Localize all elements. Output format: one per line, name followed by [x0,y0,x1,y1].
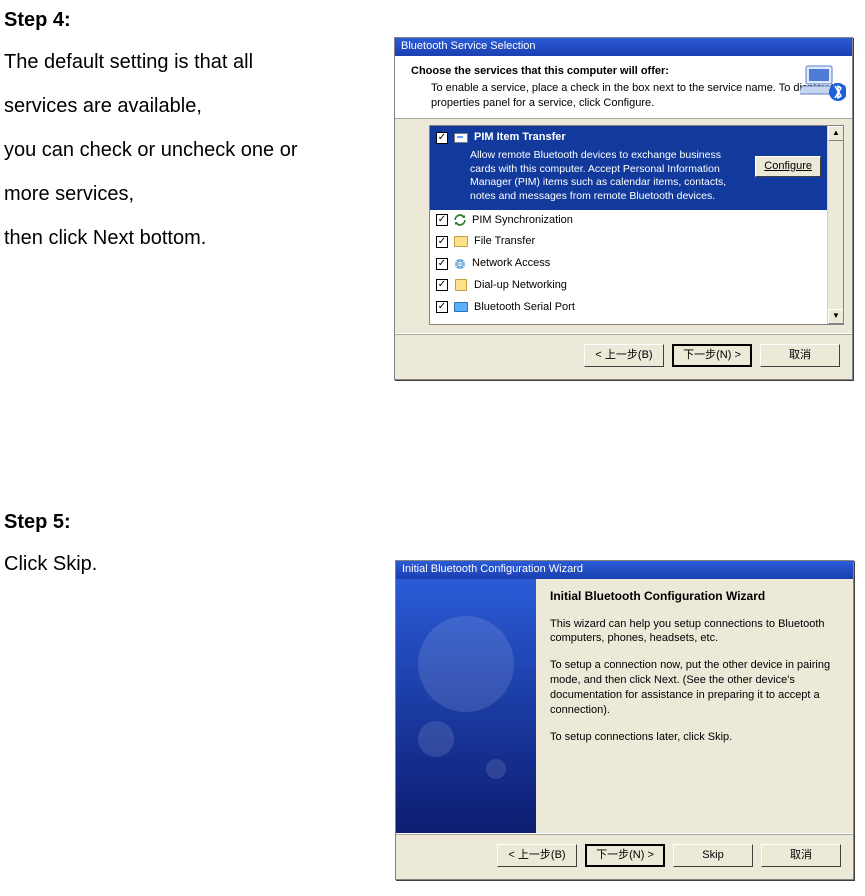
wizard-sidebar-graphic [396,579,536,833]
dialog2-title-text: Initial Bluetooth Configuration Wizard [402,563,583,575]
back-button[interactable]: < 上一步(B) [584,344,664,367]
back-button[interactable]: < 上一步(B) [497,844,577,867]
checkbox-icon[interactable]: ✓ [436,279,448,291]
wizard-paragraph-3: To setup connections later, click Skip. [550,730,841,745]
dialog1-header-title: Choose the services that this computer w… [411,64,846,79]
bluetooth-service-selection-dialog: Bluetooth Service Selection Choose the s… [394,37,853,380]
checkbox-icon[interactable]: ✓ [436,214,448,226]
checkbox-icon[interactable]: ✓ [436,301,448,313]
dialog2-button-row: < 上一步(B) 下一步(N) > Skip 取消 [396,833,853,879]
service-name: PIM Synchronization [472,213,573,228]
cancel-button[interactable]: 取消 [760,344,840,367]
wizard-body-title: Initial Bluetooth Configuration Wizard [550,589,841,605]
phone-icon [453,277,469,293]
checkbox-icon[interactable]: ✓ [436,236,448,248]
cancel-button[interactable]: 取消 [761,844,841,867]
step5-heading: Step 5: [4,508,861,536]
step4-heading: Step 4: [4,6,384,34]
dialog1-header-subtitle: To enable a service, place a check in th… [431,81,846,110]
step4-line5: then click Next bottom. [4,224,384,252]
service-name: Dial-up Networking [474,278,567,293]
checkbox-icon[interactable]: ✓ [436,258,448,270]
chevron-down-icon: ▼ [832,312,840,320]
service-item-file-transfer[interactable]: ✓ File Transfer [430,231,827,253]
service-name: File Transfer [474,234,535,249]
dialog1-button-row: < 上一步(B) 下一步(N) > 取消 [395,333,852,379]
service-item-pim-item-transfer[interactable]: ✓ PIM Item Transfer Allow remote Bluetoo… [430,126,827,210]
next-button[interactable]: 下一步(N) > [672,344,752,367]
network-icon [453,257,467,271]
checkbox-icon[interactable]: ✓ [436,132,448,144]
service-item-bluetooth-serial-port[interactable]: ✓ Bluetooth Serial Port [430,296,827,318]
step4-line3: you can check or uncheck one or [4,136,384,164]
step4-line1: The default setting is that all [4,48,384,76]
dialog1-titlebar[interactable]: Bluetooth Service Selection [395,38,852,56]
dialog1-header: Choose the services that this computer w… [395,56,852,119]
next-button[interactable]: 下一步(N) > [585,844,665,867]
service-name: Network Access [472,256,550,271]
chevron-up-icon: ▲ [832,129,840,137]
folder-icon [453,234,469,250]
dialog2-titlebar[interactable]: Initial Bluetooth Configuration Wizard [396,561,853,579]
step4-line4: more services, [4,180,384,208]
step4-line2: services are available, [4,92,384,120]
initial-bluetooth-configuration-wizard-dialog: Initial Bluetooth Configuration Wizard I… [395,560,854,880]
service-name: Bluetooth Serial Port [474,300,575,315]
services-list-panel: ✓ PIM Item Transfer Allow remote Bluetoo… [429,125,844,325]
service-item-pim-synchronization[interactable]: ✓ PIM Synchronization [430,210,827,231]
sync-icon [453,213,467,227]
service-item-dial-up-networking[interactable]: ✓ Dial-up Networking [430,274,827,296]
wizard-paragraph-1: This wizard can help you setup connectio… [550,617,841,647]
laptop-bluetooth-icon [800,62,846,106]
skip-button[interactable]: Skip [673,844,753,867]
wizard-paragraph-2: To setup a connection now, put the other… [550,658,841,717]
service-name: PIM Item Transfer [474,130,566,145]
scroll-down-button[interactable]: ▼ [828,309,844,324]
business-card-icon [453,130,469,146]
configure-button[interactable]: Configure [755,156,821,177]
serial-port-icon [453,299,469,315]
scroll-up-button[interactable]: ▲ [828,126,844,141]
service-item-network-access[interactable]: ✓ Network Access [430,253,827,274]
wizard-body: Initial Bluetooth Configuration Wizard T… [536,579,853,833]
dialog1-title-text: Bluetooth Service Selection [401,40,536,52]
scrollbar[interactable]: ▲ ▼ [827,126,843,324]
